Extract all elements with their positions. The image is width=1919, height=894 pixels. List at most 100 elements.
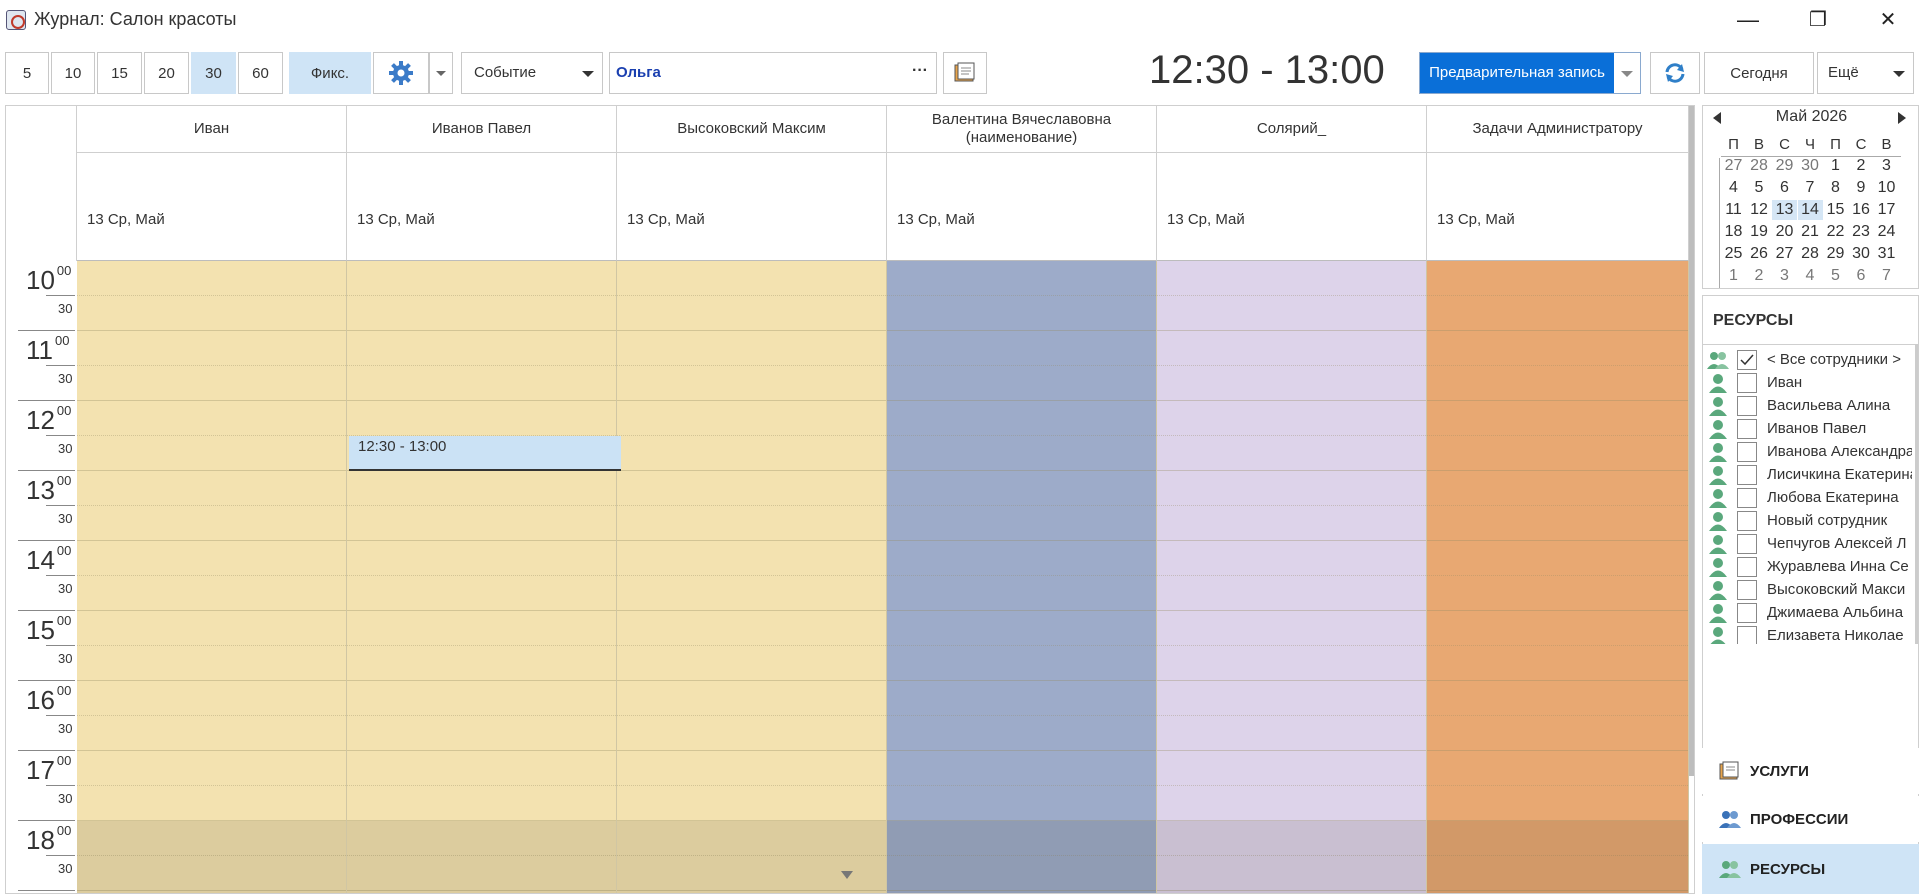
column-header-2[interactable]: Иванов Павел: [347, 106, 617, 153]
app-icon: [6, 10, 26, 30]
resource-checkbox[interactable]: [1737, 350, 1757, 370]
interval-20-button[interactable]: 20: [144, 52, 189, 94]
journal-button[interactable]: [943, 52, 987, 94]
calendar-day[interactable]: 22: [1823, 222, 1848, 242]
calendar-day[interactable]: 7: [1798, 178, 1823, 198]
calendar-day[interactable]: 21: [1798, 222, 1823, 242]
fixed-button[interactable]: Фикс.: [289, 52, 371, 94]
nav-professions[interactable]: ПРОФЕССИИ: [1702, 796, 1919, 842]
interval-5-button[interactable]: 5: [5, 52, 49, 94]
nav-services[interactable]: УСЛУГИ: [1702, 748, 1919, 794]
column-header-1[interactable]: Иван: [77, 106, 347, 153]
resource-checkbox[interactable]: [1737, 534, 1757, 554]
column-body-4[interactable]: [887, 261, 1157, 893]
half-hour-label: 30: [58, 511, 73, 526]
resource-item[interactable]: Елизавета Николае: [1703, 623, 1912, 644]
resource-checkbox[interactable]: [1737, 465, 1757, 485]
nav-resources-label: РЕСУРСЫ: [1750, 860, 1826, 878]
scroll-down-icon[interactable]: [841, 871, 853, 879]
resource-checkbox[interactable]: [1737, 442, 1757, 462]
interval-10-button[interactable]: 10: [51, 52, 95, 94]
calendar-day[interactable]: 4: [1798, 266, 1823, 286]
calendar-day[interactable]: 27: [1721, 156, 1746, 176]
nav-resources[interactable]: РЕСУРСЫ: [1702, 844, 1919, 894]
calendar-day[interactable]: 8: [1823, 178, 1848, 198]
interval-15-button[interactable]: 15: [97, 52, 142, 94]
calendar-day[interactable]: 9: [1849, 178, 1874, 198]
calendar-day[interactable]: 5: [1823, 266, 1848, 286]
resource-checkbox[interactable]: [1737, 603, 1757, 623]
calendar-day[interactable]: 2: [1747, 266, 1772, 286]
resource-checkbox[interactable]: [1737, 511, 1757, 531]
calendar-day[interactable]: 26: [1747, 244, 1772, 264]
calendar-day[interactable]: 14: [1797, 200, 1823, 220]
calendar-day[interactable]: 18: [1721, 222, 1746, 242]
calendar-day[interactable]: 16: [1849, 200, 1874, 220]
column-header-5[interactable]: Солярий_: [1157, 106, 1427, 153]
resource-checkbox[interactable]: [1737, 580, 1757, 600]
calendar-day[interactable]: 20: [1772, 222, 1797, 242]
calendar-day[interactable]: 3: [1772, 266, 1797, 286]
calendar-day[interactable]: 24: [1874, 222, 1899, 242]
resource-checkbox[interactable]: [1737, 373, 1757, 393]
settings-button[interactable]: [373, 52, 429, 94]
column-body-3[interactable]: [617, 261, 887, 893]
calendar-day[interactable]: 4: [1721, 178, 1746, 198]
calendar-day[interactable]: 7: [1874, 266, 1899, 286]
calendar-day[interactable]: 19: [1747, 222, 1772, 242]
column-body-5[interactable]: [1157, 261, 1427, 893]
calendar-day[interactable]: 17: [1874, 200, 1899, 220]
calendar-day[interactable]: 10: [1874, 178, 1899, 198]
booking-mode-select[interactable]: Предварительная запись: [1419, 52, 1641, 94]
minimize-button[interactable]: —: [1728, 6, 1768, 34]
resource-checkbox[interactable]: [1737, 488, 1757, 508]
column-header-6[interactable]: Задачи Администратору: [1427, 106, 1689, 153]
calendar-day[interactable]: 13: [1772, 200, 1797, 220]
calendar-day[interactable]: 6: [1849, 266, 1874, 286]
column-body-2[interactable]: [347, 261, 617, 893]
column-body-6[interactable]: [1427, 261, 1689, 893]
event-block[interactable]: 12:30 - 13:00: [349, 436, 621, 471]
calendar-day[interactable]: 3: [1874, 156, 1899, 176]
calendar-day[interactable]: 30: [1798, 156, 1823, 176]
resource-label: Иванова Александра: [1767, 443, 1912, 460]
column-header-3[interactable]: Высоковский Максим: [617, 106, 887, 153]
calendar-day[interactable]: 12: [1747, 200, 1772, 220]
restore-button[interactable]: ❐: [1798, 6, 1838, 34]
resource-checkbox[interactable]: [1737, 557, 1757, 577]
interval-60-button[interactable]: 60: [238, 52, 283, 94]
resource-checkbox[interactable]: [1737, 396, 1757, 416]
refresh-button[interactable]: [1650, 52, 1700, 94]
calendar-day[interactable]: 25: [1721, 244, 1746, 264]
close-button[interactable]: ✕: [1868, 6, 1908, 34]
calendar-day[interactable]: 2: [1849, 156, 1874, 176]
client-field[interactable]: Ольга ···: [609, 52, 937, 94]
next-month-icon[interactable]: [1898, 112, 1906, 124]
calendar-day[interactable]: 29: [1772, 156, 1797, 176]
vertical-scrollbar[interactable]: [1689, 106, 1694, 776]
calendar-day[interactable]: 23: [1849, 222, 1874, 242]
calendar-day[interactable]: 30: [1849, 244, 1874, 264]
calendar-day[interactable]: 31: [1874, 244, 1899, 264]
more-dropdown[interactable]: Ещё: [1817, 52, 1914, 94]
calendar-day[interactable]: 5: [1747, 178, 1772, 198]
resources-scrollbar[interactable]: [1915, 344, 1918, 644]
calendar-day[interactable]: 27: [1772, 244, 1797, 264]
column-header-4[interactable]: Валентина Вячеславовна (наименование): [887, 106, 1157, 153]
today-button[interactable]: Сегодня: [1704, 52, 1814, 94]
column-body-1[interactable]: [77, 261, 347, 893]
calendar-day[interactable]: 1: [1823, 156, 1848, 176]
calendar-day[interactable]: 29: [1823, 244, 1848, 264]
calendar-day[interactable]: 15: [1823, 200, 1848, 220]
calendar-day[interactable]: 11: [1721, 200, 1746, 220]
calendar-day[interactable]: 6: [1772, 178, 1797, 198]
calendar-day[interactable]: 1: [1721, 266, 1746, 286]
calendar-day[interactable]: 28: [1747, 156, 1772, 176]
settings-dropdown-button[interactable]: [429, 52, 453, 94]
resource-checkbox[interactable]: [1737, 626, 1757, 644]
event-type-select[interactable]: Событие: [461, 52, 603, 94]
interval-30-button[interactable]: 30: [191, 52, 236, 94]
resource-checkbox[interactable]: [1737, 419, 1757, 439]
more-dots-icon[interactable]: ···: [912, 62, 928, 80]
calendar-day[interactable]: 28: [1798, 244, 1823, 264]
